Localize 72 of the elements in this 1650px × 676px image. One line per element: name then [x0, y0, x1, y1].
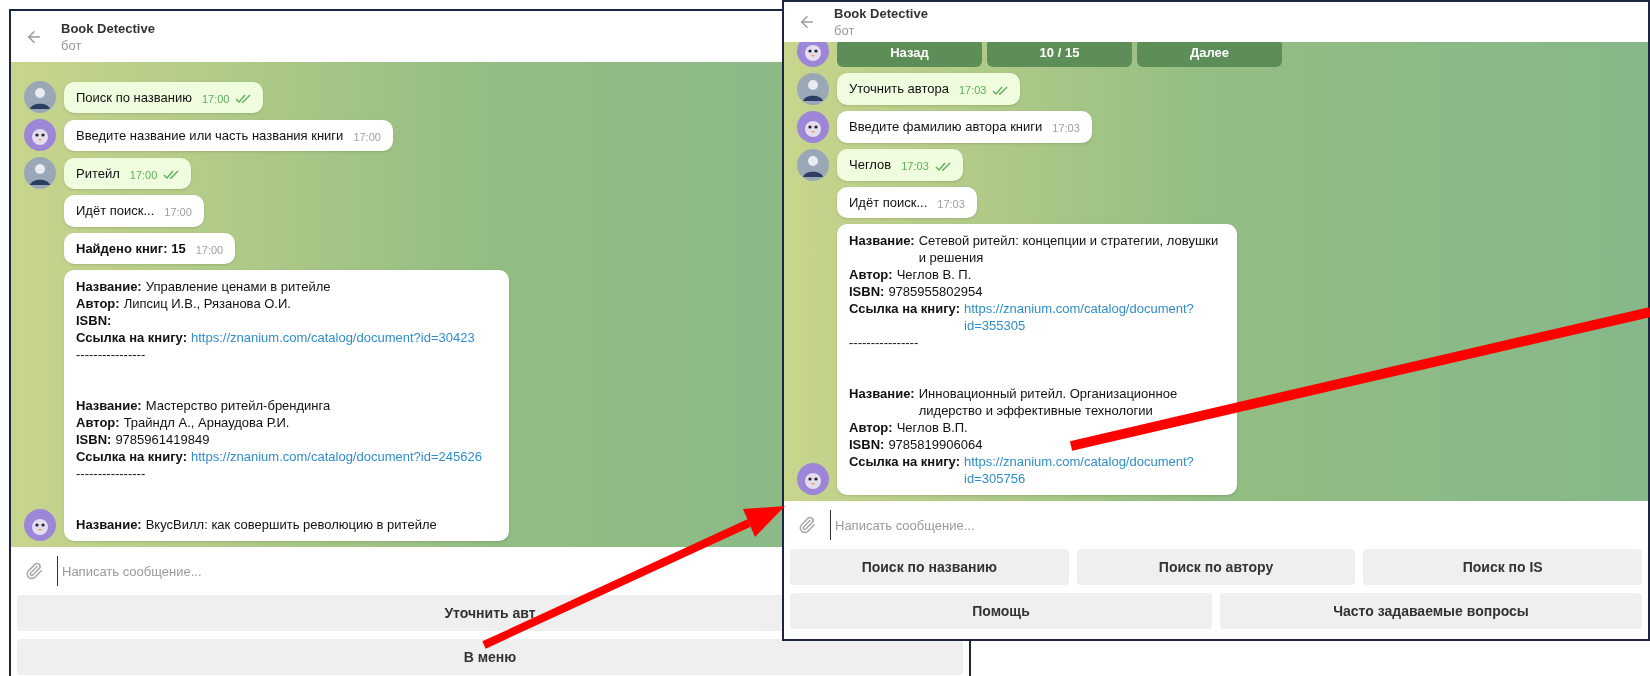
keyboard-button[interactable]: Поиск по названию: [790, 549, 1069, 585]
field-value: Липсиц И.В., Рязанова О.И.: [123, 295, 291, 312]
field-label: Ссылка на книгу:: [849, 453, 960, 471]
field-label: Ссылка на книгу:: [849, 300, 960, 318]
message-text: Уточнить автора: [849, 80, 949, 98]
message-text: Поиск по названию: [76, 88, 192, 107]
message-text: Идёт поиск...: [76, 202, 155, 220]
message-time: 17:03: [1052, 121, 1080, 136]
book-link[interactable]: https://znanium.com/catalog/document?id=30423: [191, 329, 475, 346]
message-text: Идёт поиск...: [849, 193, 928, 212]
field-value: Сетевой ритейл: концепции и стратегии, ловушки и решения: [918, 232, 1220, 266]
field-label: ISBN:: [76, 431, 112, 448]
message-text: Чеглов: [849, 156, 892, 174]
book-link[interactable]: https://znanium.com/catalog/document?id=305756: [964, 453, 1225, 487]
field-label: Название:: [76, 278, 142, 295]
chat-title: Book Detective: [834, 5, 928, 22]
message-time: 17:00: [195, 242, 224, 258]
chat-subtitle: бот: [834, 22, 856, 39]
field-value: Трайндл А., Арнаудова Р.И.: [123, 414, 290, 431]
message-input[interactable]: Написать сообщение...: [830, 510, 1430, 540]
field-value: 9785955802954: [888, 283, 983, 300]
field-label: ISBN:: [849, 436, 885, 453]
message-time: 17:00: [201, 91, 230, 107]
field-label: Название:: [76, 516, 142, 533]
keyboard-button[interactable]: Поиск по автору: [1076, 549, 1356, 585]
field-value: 9785961419849: [115, 431, 210, 448]
field-label: Название:: [849, 385, 915, 403]
field-label: Ссылка на книгу:: [76, 448, 187, 465]
field-value: Управление ценами в ритейле: [145, 278, 331, 295]
message-time: 17:00: [164, 205, 192, 220]
field-label: Автор:: [849, 419, 893, 436]
separator-dashes: ----------------: [76, 346, 147, 363]
field-label: ISBN:: [849, 283, 885, 300]
separator-dashes: ----------------: [849, 334, 920, 351]
chat-title: Book Detective: [61, 19, 155, 37]
message-time: 17:03: [901, 159, 929, 174]
keyboard-button[interactable]: Часто задаваемые вопросы: [1220, 593, 1642, 629]
field-label: ISBN:: [76, 312, 112, 329]
field-label: Ссылка на книгу:: [76, 329, 187, 346]
message-time: 17:03: [937, 196, 965, 212]
message-input[interactable]: Написать сообщение...: [57, 556, 657, 586]
attach-icon[interactable]: [798, 516, 816, 534]
book-link[interactable]: https://znanium.com/catalog/document?id=245626: [191, 448, 482, 465]
field-label: Автор:: [76, 295, 120, 312]
field-value: Чеглов В.П.: [896, 419, 968, 436]
keyboard-button[interactable]: Помощь: [790, 593, 1212, 629]
field-value: 9785819906064: [888, 436, 983, 453]
field-value: ВкусВилл: как совершить революцию в ритейле: [145, 516, 437, 533]
message-text: Введите название или часть названия книги: [76, 126, 344, 145]
book-link[interactable]: https://znanium.com/catalog/document?id=355305: [964, 300, 1225, 334]
field-value: Инновационный ритейл. Организационное лидерство и эффективные технологии: [918, 385, 1179, 419]
message-time: 17:00: [353, 129, 381, 145]
message-text: Ритейл: [76, 164, 120, 183]
inline-button[interactable]: Далее: [1137, 42, 1282, 67]
message-time: 17:00: [129, 167, 158, 183]
field-label: Название:: [76, 397, 142, 414]
field-label: Автор:: [76, 414, 120, 431]
inline-button[interactable]: Назад: [837, 42, 982, 67]
message-text: Введите фамилию автора книги: [849, 118, 1043, 136]
field-value: Чеглов В. П.: [896, 266, 972, 283]
message-text: Найдено книг: 15: [76, 239, 186, 258]
keyboard-button[interactable]: Поиск по IS: [1363, 549, 1642, 585]
keyboard-button[interactable]: В меню: [17, 639, 963, 675]
field-value: Мастерство ритейл-брендинга: [145, 397, 331, 414]
inline-button[interactable]: 10 / 15: [987, 42, 1132, 67]
message-time: 17:03: [958, 83, 987, 98]
field-label: Автор:: [849, 266, 893, 283]
separator-dashes: ----------------: [76, 465, 147, 482]
field-label: Название:: [849, 232, 915, 250]
attach-icon[interactable]: [25, 562, 43, 580]
chat-subtitle: бот: [61, 36, 83, 54]
back-icon[interactable]: [798, 13, 816, 31]
